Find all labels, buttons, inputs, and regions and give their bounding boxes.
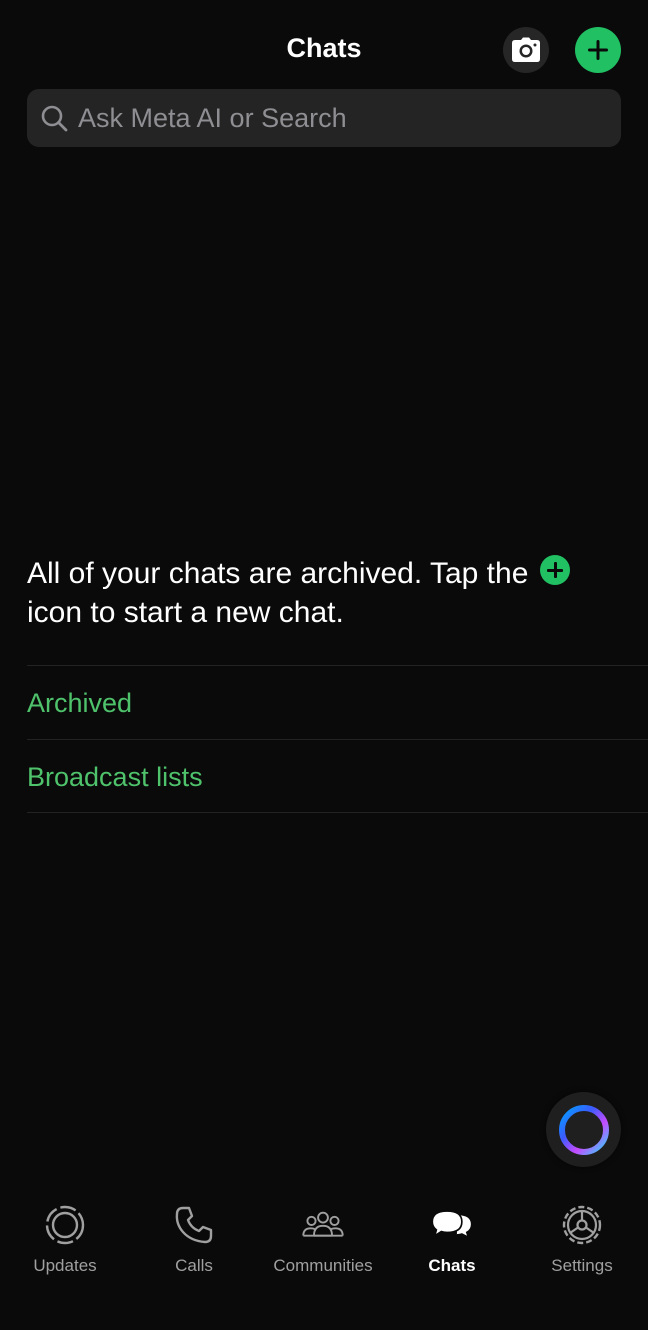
tab-settings[interactable]: Settings: [517, 1190, 647, 1290]
new-chat-button[interactable]: [575, 27, 621, 73]
meta-ai-button[interactable]: [546, 1092, 621, 1167]
phone-icon: [175, 1206, 213, 1244]
search-input[interactable]: [76, 101, 600, 135]
tab-label: Settings: [551, 1256, 613, 1275]
updates-icon: [45, 1205, 85, 1245]
tab-communities[interactable]: Communities: [258, 1190, 388, 1290]
tab-label: Communities: [273, 1256, 373, 1275]
camera-button[interactable]: [503, 27, 549, 73]
divider: [27, 665, 648, 666]
archived-link[interactable]: Archived: [27, 688, 627, 719]
gear-icon: [562, 1205, 602, 1245]
tab-updates[interactable]: Updates: [0, 1190, 130, 1290]
header: Chats: [0, 0, 648, 90]
page-title: Chats: [286, 33, 362, 63]
tab-label: Calls: [175, 1256, 213, 1275]
search-bar[interactable]: [27, 89, 621, 147]
empty-state-text-2: icon to start a new chat.: [27, 596, 344, 629]
broadcast-lists-link[interactable]: Broadcast lists: [27, 762, 627, 793]
divider: [27, 739, 648, 740]
communities-icon: [302, 1211, 344, 1237]
plus-icon: [588, 40, 608, 60]
tab-chats[interactable]: Chats: [387, 1190, 517, 1290]
plus-icon: [540, 555, 571, 585]
chat-bubbles-icon: [431, 1210, 473, 1239]
tab-label: Chats: [428, 1256, 476, 1275]
meta-ai-ring-icon: [558, 1104, 609, 1155]
search-icon: [41, 105, 68, 132]
tab-bar: Updates Calls Communities Chats Settings: [0, 1190, 648, 1330]
tab-calls[interactable]: Calls: [129, 1190, 259, 1290]
tab-label: Updates: [33, 1256, 97, 1275]
camera-icon: [512, 37, 540, 62]
empty-state-text-1: All of your chats are archived. Tap the: [27, 557, 529, 590]
empty-state-message: All of your chats are archived. Tap the …: [27, 554, 607, 632]
divider: [27, 812, 648, 813]
